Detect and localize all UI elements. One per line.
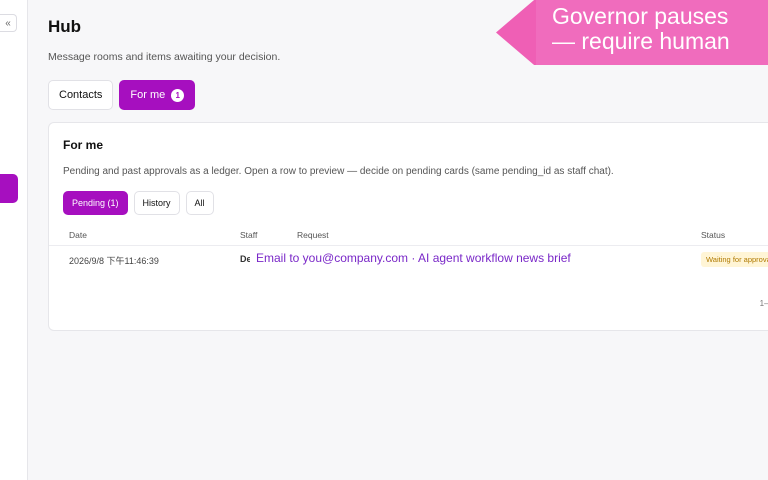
hub-tabs: Contacts For me 1 [48, 80, 196, 110]
row-request-link[interactable]: Email to you@company.com · AI agent work… [256, 251, 571, 265]
annotation-text: Governor pauses — require human [552, 4, 762, 54]
left-rail: « [0, 0, 28, 480]
column-header-status[interactable]: Status [701, 230, 725, 240]
active-nav-indicator[interactable] [0, 174, 18, 203]
page-subtitle: Message rooms and items awaiting your de… [48, 51, 281, 63]
column-header-staff[interactable]: Staff [240, 230, 257, 240]
tab-for-me-count-badge: 1 [171, 88, 185, 102]
filter-history-button[interactable]: History [133, 191, 180, 215]
collapse-sidebar-button[interactable]: « [0, 14, 17, 32]
column-header-date[interactable]: Date [69, 230, 87, 240]
tab-contacts[interactable]: Contacts [48, 80, 114, 110]
row-date: 2026/9/8 下午11:46:39 [69, 256, 159, 266]
page-title: Hub [48, 17, 82, 36]
column-header-request[interactable]: Request [297, 230, 329, 240]
filter-all-button[interactable]: All [185, 191, 214, 215]
for-me-card: For me Pending and past approvals as a l… [48, 122, 768, 331]
table-row[interactable]: 2026/9/8 下午11:46:39 De Email to you@comp… [49, 246, 768, 274]
filter-pending-button[interactable]: Pending (1) [63, 191, 128, 215]
status-badge: Waiting for approval [701, 252, 768, 267]
tab-for-me-label: For me [130, 89, 166, 101]
card-description: Pending and past approvals as a ledger. … [63, 166, 614, 177]
pagination-range: 1–1 [759, 299, 768, 308]
main-content: Hub Message rooms and items awaiting you… [28, 0, 768, 480]
annotation-line-2: — require human [552, 28, 730, 54]
card-title: For me [63, 138, 104, 152]
row-staff: De [240, 254, 250, 264]
status-filters: Pending (1) History All [63, 191, 214, 215]
tab-for-me[interactable]: For me 1 [119, 80, 196, 110]
annotation-line-1: Governor pauses [552, 3, 729, 29]
tab-contacts-label: Contacts [59, 89, 103, 101]
